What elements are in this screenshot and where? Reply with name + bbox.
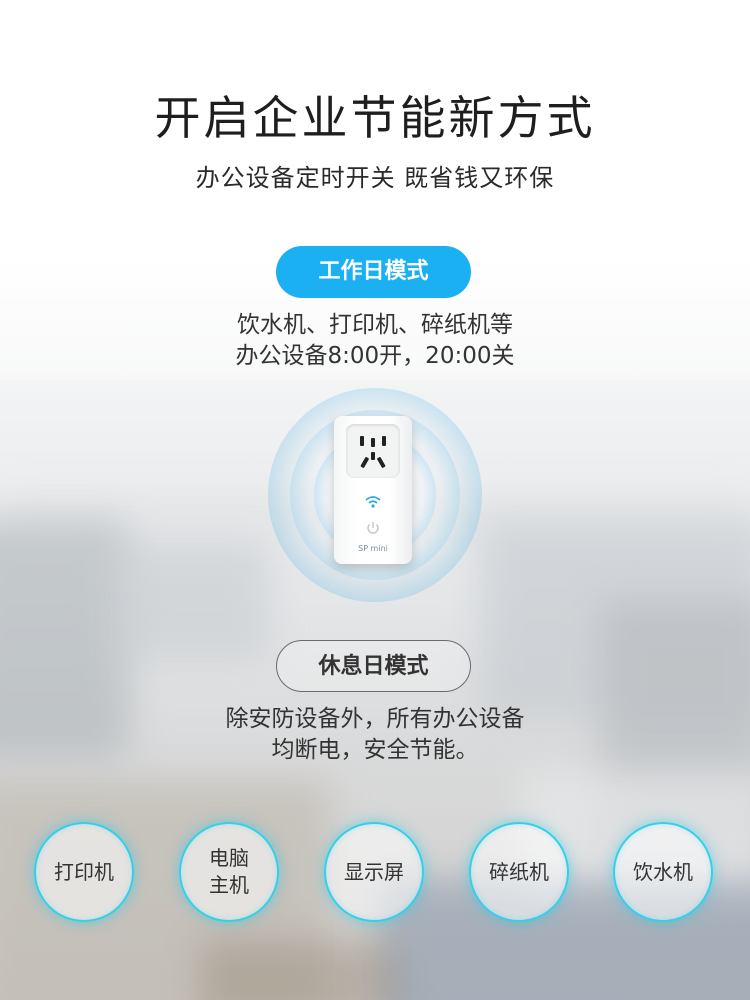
- workday-desc-line1: 饮水机、打印机、碎纸机等: [237, 312, 513, 338]
- restday-desc-line2: 均断电，安全节能。: [271, 737, 479, 763]
- appliance-water-dispenser: 饮水机: [613, 822, 713, 922]
- workday-description: 饮水机、打印机、碎纸机等 办公设备8:00开，20:00关: [0, 310, 750, 372]
- restday-mode-button[interactable]: 休息日模式: [276, 640, 471, 692]
- appliance-label: 饮水机: [633, 859, 693, 884]
- power-icon: [365, 520, 381, 536]
- restday-description: 除安防设备外，所有办公设备 均断电，安全节能。: [0, 704, 750, 766]
- appliance-label: 显示屏: [344, 859, 404, 884]
- appliance-label: 打印机: [54, 859, 114, 884]
- socket-icon: [346, 424, 400, 478]
- wifi-icon: [364, 494, 382, 513]
- appliance-computer-host: 电脑 主机: [179, 822, 279, 922]
- device-label: SP mini: [358, 544, 388, 553]
- page-subtitle: 办公设备定时开关 既省钱又环保: [195, 164, 555, 192]
- workday-desc-line2: 办公设备8:00开，20:00关: [235, 343, 515, 369]
- restday-desc-line1: 除安防设备外，所有办公设备: [225, 706, 525, 732]
- workday-mode-button[interactable]: 工作日模式: [276, 246, 471, 298]
- page-title: 开启企业节能新方式: [154, 91, 596, 145]
- appliance-label: 电脑 主机: [209, 846, 249, 897]
- appliance-monitor: 显示屏: [324, 822, 424, 922]
- appliance-shredder: 碎纸机: [469, 822, 569, 922]
- appliance-label: 碎纸机: [489, 859, 549, 884]
- smart-plug-device: SP mini: [334, 416, 412, 564]
- appliance-printer: 打印机: [34, 822, 134, 922]
